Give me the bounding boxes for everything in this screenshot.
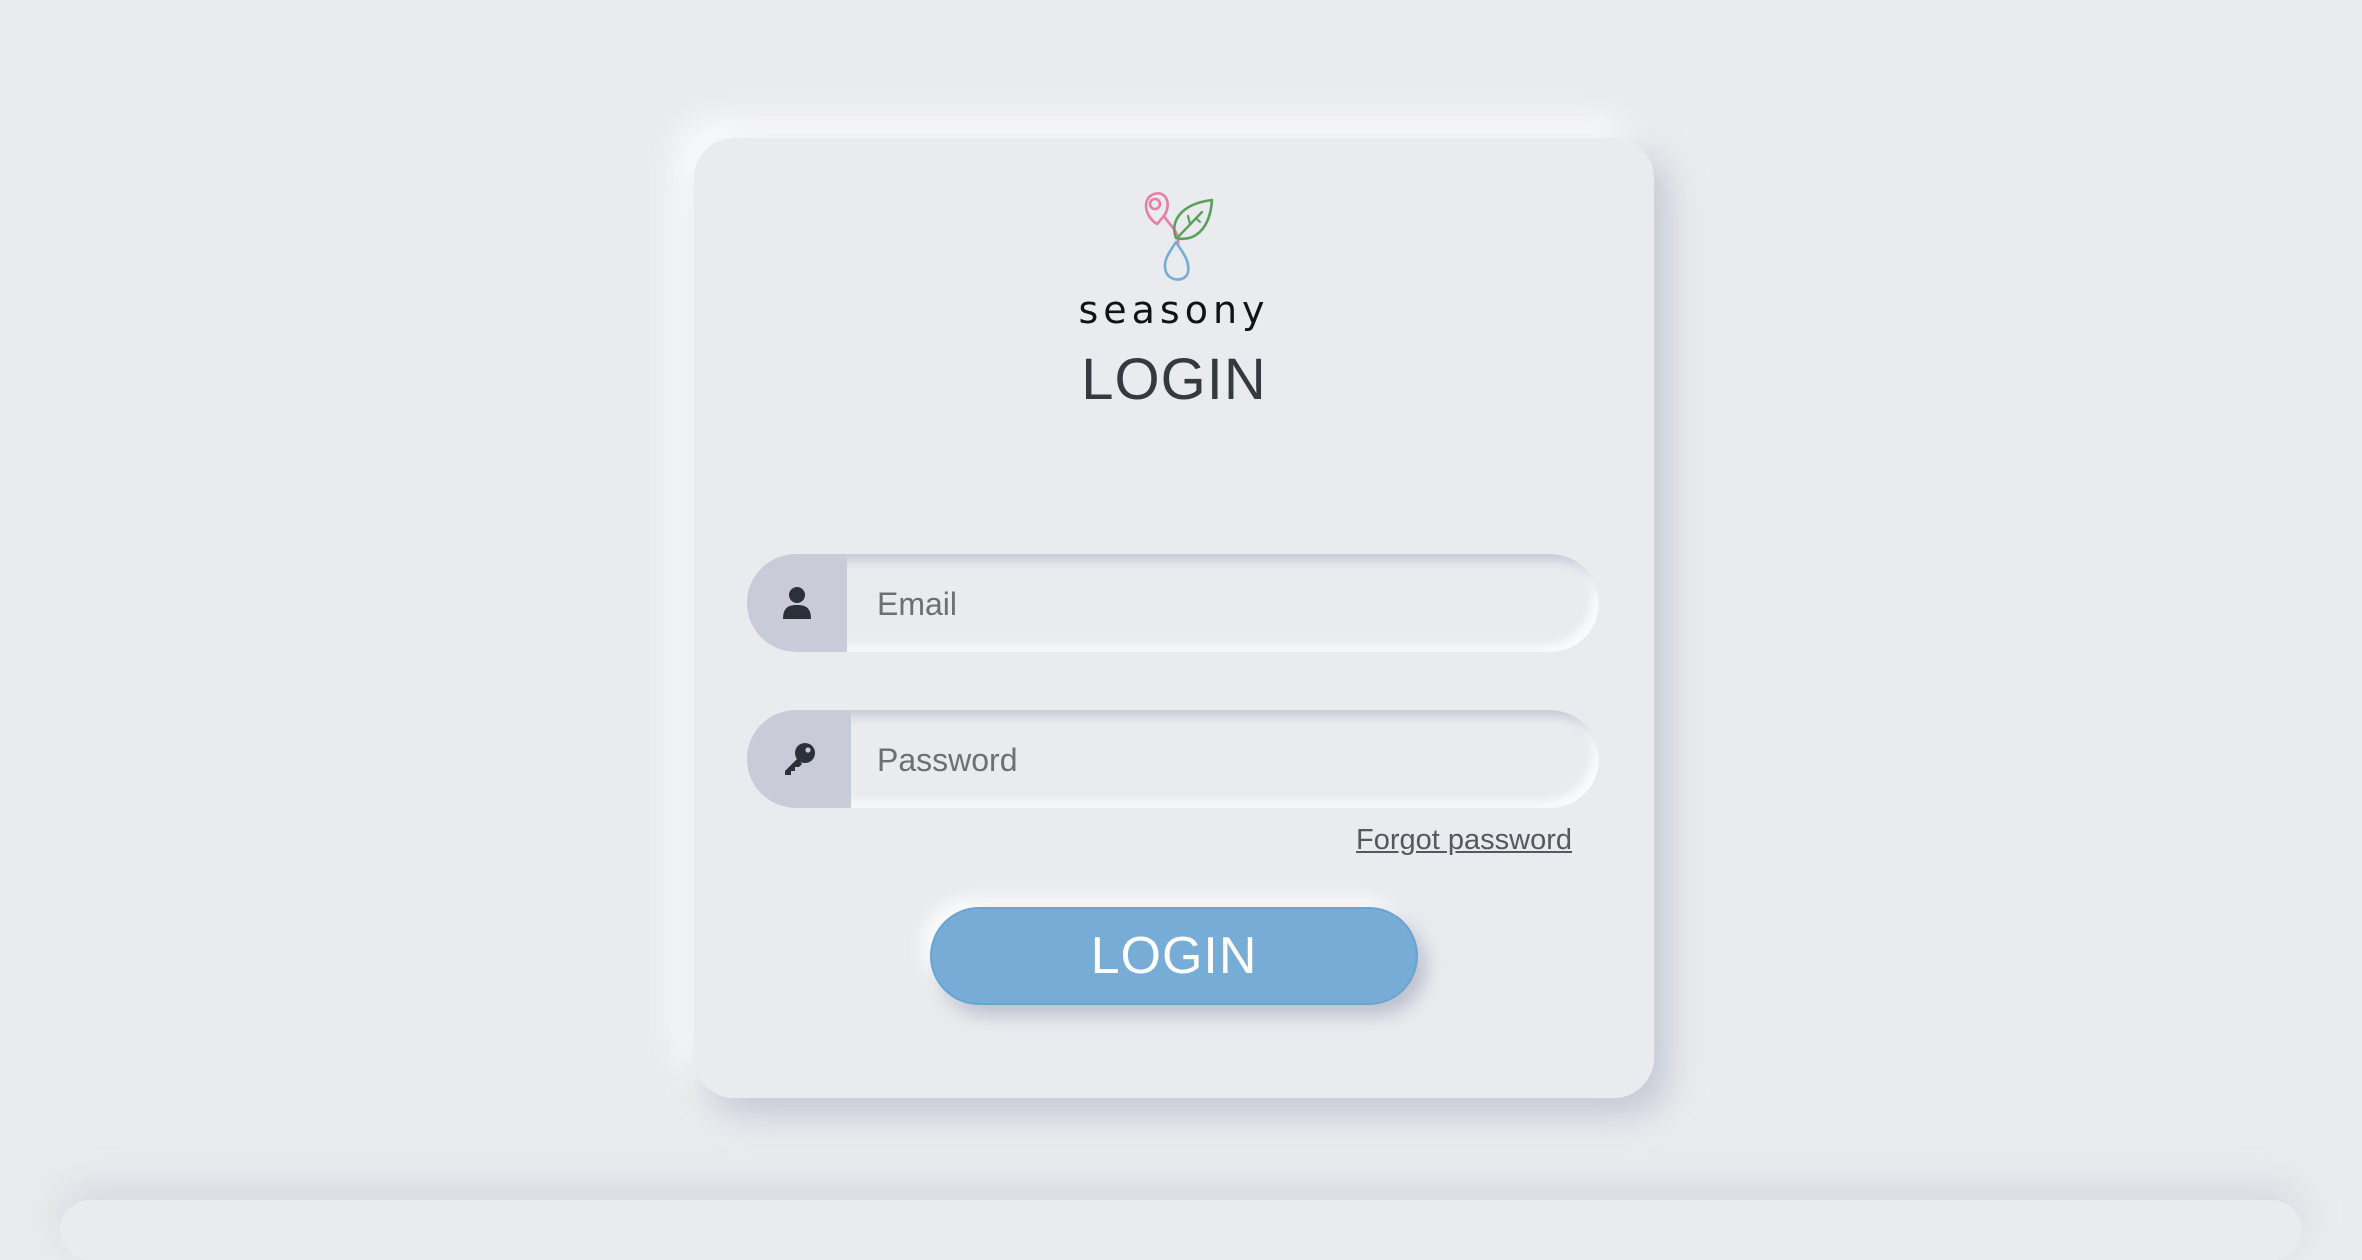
seasony-logo-icon (1144, 192, 1214, 281)
brand-name: seasony (1078, 288, 1270, 332)
user-icon (783, 587, 811, 619)
page-title: LOGIN (1081, 347, 1267, 412)
password-input[interactable] (875, 710, 1559, 808)
brand-logo: seasony (694, 186, 1654, 332)
password-field-wrapper (747, 710, 1599, 808)
bottom-shadow-decor (60, 1200, 2302, 1260)
key-icon (785, 743, 815, 775)
email-input[interactable] (875, 554, 1559, 652)
password-icon-box (747, 710, 851, 808)
email-icon-box (747, 554, 847, 652)
forgot-password-link[interactable]: Forgot password (1356, 824, 1572, 857)
login-card: seasony LOGIN Forgot password LOGIN (694, 138, 1654, 1098)
email-field-wrapper (747, 554, 1599, 652)
login-button[interactable]: LOGIN (930, 907, 1418, 1005)
